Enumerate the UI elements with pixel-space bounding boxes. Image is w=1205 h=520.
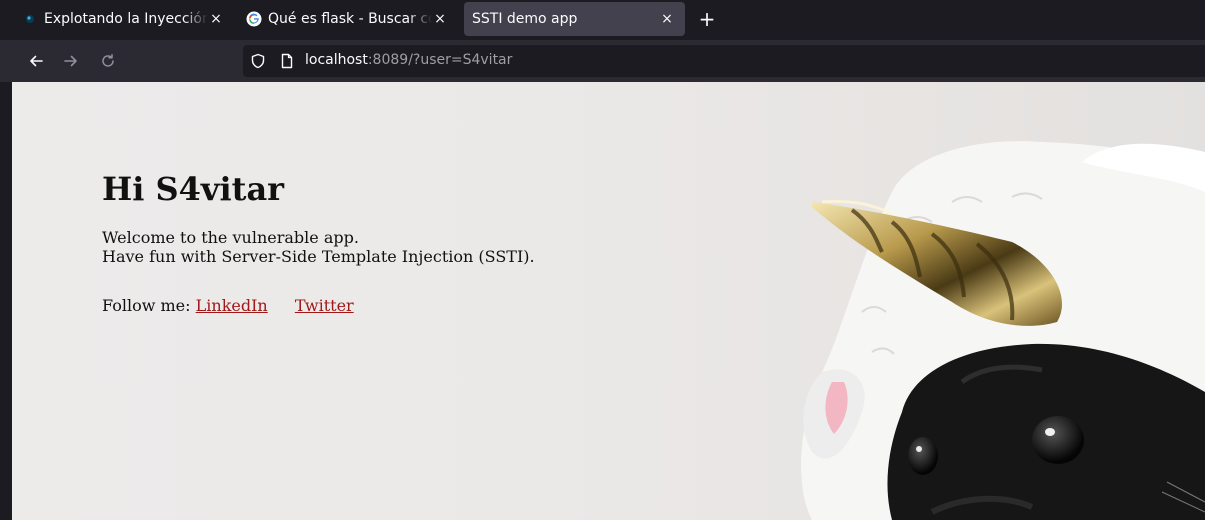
- url-host: localhost: [305, 52, 368, 68]
- google-icon: [246, 11, 262, 27]
- back-button[interactable]: [24, 49, 48, 73]
- new-tab-button[interactable]: +: [696, 7, 718, 31]
- intro-line-1: Welcome to the vulnerable app.: [102, 228, 359, 248]
- forward-button[interactable]: [59, 49, 83, 73]
- tab-title: Qué es flask - Buscar con Google: [268, 11, 432, 27]
- arrow-right-icon: [64, 55, 77, 67]
- intro-line-2: Have fun with Server-Side Template Injec…: [102, 247, 535, 267]
- tab-title: Explotando la Inyección de: [44, 11, 208, 27]
- tab-explotando[interactable]: Explotando la Inyección de ×: [12, 2, 234, 36]
- url-bar[interactable]: localhost:8089/?user=S4vitar: [243, 45, 1205, 77]
- url-path: :8089/?user=S4vitar: [367, 52, 513, 68]
- reload-button[interactable]: [96, 49, 120, 73]
- site-icon: [22, 11, 38, 27]
- twitter-link[interactable]: Twitter: [295, 296, 354, 315]
- page-viewport: Hi S4vitar Welcome to the vulnerable app…: [12, 82, 1205, 520]
- url-text[interactable]: localhost:8089/?user=S4vitar: [305, 52, 512, 68]
- tab-flask-search[interactable]: Qué es flask - Buscar con Google ×: [236, 2, 458, 36]
- page-heading: Hi S4vitar: [102, 170, 285, 208]
- close-tab-icon[interactable]: ×: [208, 11, 224, 27]
- tab-strip: Explotando la Inyección de × Qué es flas…: [0, 0, 1205, 40]
- reload-icon: [102, 54, 114, 67]
- tab-title: SSTI demo app: [472, 11, 578, 27]
- page-icon[interactable]: [279, 53, 295, 69]
- window-edge: [0, 82, 12, 520]
- follow-line: Follow me: LinkedIn Twitter: [102, 296, 535, 315]
- nav-bar: localhost:8089/?user=S4vitar: [0, 40, 1205, 82]
- arrow-left-icon: [30, 55, 43, 67]
- linkedin-link[interactable]: LinkedIn: [196, 296, 268, 315]
- close-tab-icon[interactable]: ×: [659, 11, 675, 27]
- shield-icon[interactable]: [250, 53, 266, 69]
- follow-label: Follow me:: [102, 296, 191, 316]
- page-content: Hi S4vitar Welcome to the vulnerable app…: [102, 170, 535, 315]
- close-tab-icon[interactable]: ×: [432, 11, 448, 27]
- unicorn-pug-photo: [801, 141, 1205, 520]
- intro-text: Welcome to the vulnerable app. Have fun …: [102, 228, 535, 266]
- tab-ssti-demo[interactable]: SSTI demo app ×: [464, 2, 685, 36]
